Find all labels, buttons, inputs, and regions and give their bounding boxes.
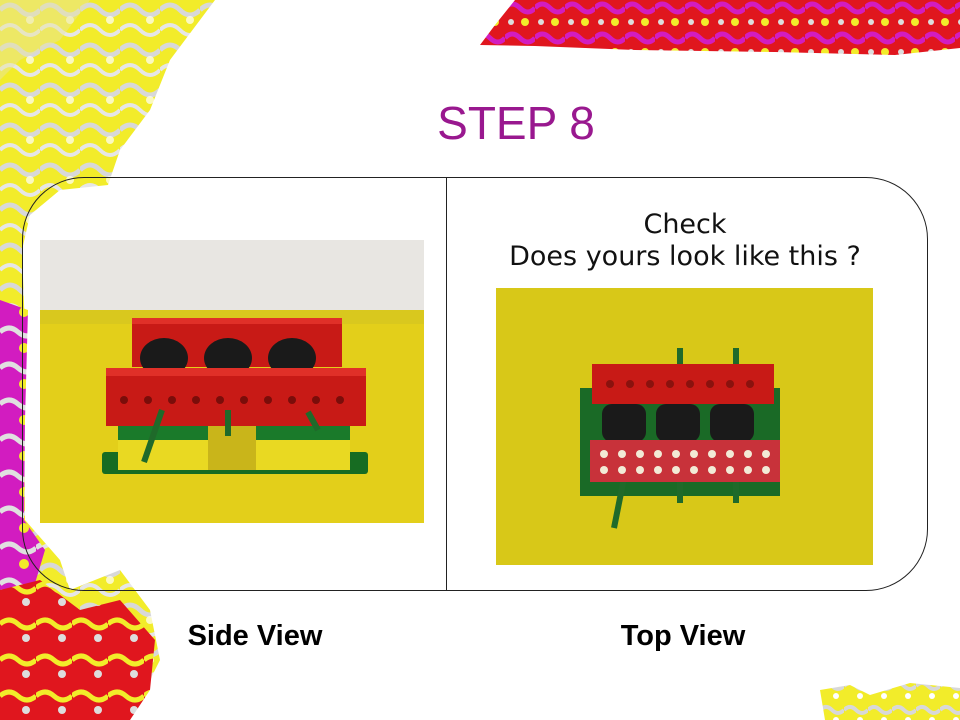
slide-title: STEP 8 <box>437 97 595 149</box>
frame-divider <box>446 178 447 591</box>
side-view-photo <box>40 240 424 523</box>
top-right-decorative-border <box>475 0 960 60</box>
top-view-photo <box>496 288 873 565</box>
top-view-caption: Top View <box>620 620 746 652</box>
check-question: Does yours look like this ? <box>509 241 861 272</box>
bottom-right-decorative-border <box>820 680 960 720</box>
check-heading: Check <box>643 209 727 240</box>
side-view-caption: Side View <box>187 620 323 652</box>
check-prompt: Check Does yours look like this ? <box>470 209 900 273</box>
